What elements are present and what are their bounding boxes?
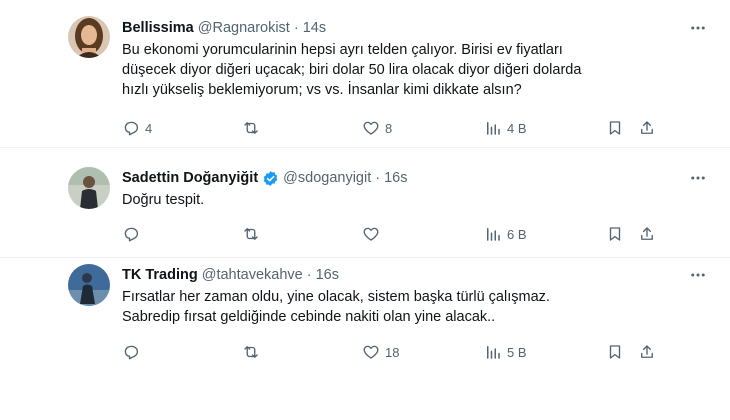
- bookmark-icon: [609, 121, 621, 135]
- reply-icon: [124, 345, 139, 360]
- separator-dot: ·: [375, 170, 381, 186]
- avatar[interactable]: [68, 167, 110, 209]
- reply-button[interactable]: [122, 343, 145, 361]
- reply-icon: [124, 227, 139, 242]
- bookmark-icon: [609, 345, 621, 359]
- reply-button[interactable]: [122, 225, 145, 243]
- retweet-button[interactable]: [242, 225, 265, 243]
- bookmark-icon: [609, 227, 621, 241]
- tweet-header: Sadettin Doğanyiğit @sdoganyigit · 16s: [122, 168, 660, 188]
- reply-icon: [124, 121, 139, 136]
- avatar[interactable]: [68, 264, 110, 306]
- user-handle[interactable]: @sdoganyigit: [283, 170, 371, 186]
- retweet-icon: [244, 122, 258, 134]
- display-name[interactable]: Bellissima: [122, 20, 194, 36]
- share-button[interactable]: [638, 119, 656, 137]
- tweet[interactable]: Sadettin Doğanyiğit @sdoganyigit · 16s D…: [0, 148, 730, 258]
- bookmark-button[interactable]: [606, 225, 624, 243]
- tweet-actions: 6 B: [122, 224, 658, 244]
- like-button[interactable]: 18: [362, 343, 399, 361]
- more-icon[interactable]: [688, 18, 708, 38]
- more-icon[interactable]: [688, 168, 708, 188]
- tweet[interactable]: TK Trading @tahtavekahve · 16s Fırsatlar…: [0, 258, 730, 378]
- display-name[interactable]: TK Trading: [122, 267, 198, 283]
- tweet-header: TK Trading @tahtavekahve · 16s: [122, 265, 660, 285]
- retweet-icon: [244, 228, 258, 240]
- tweet-content: Bellissima @Ragnarokist · 14s Bu ekonomi…: [122, 18, 705, 100]
- like-icon: [363, 345, 379, 359]
- like-count: 18: [385, 344, 400, 360]
- separator-dot: ·: [293, 20, 299, 36]
- views-icon: [487, 228, 500, 241]
- tweet-content: Sadettin Doğanyiğit @sdoganyigit · 16s D…: [122, 168, 705, 210]
- share-icon: [641, 345, 653, 358]
- timestamp[interactable]: 14s: [303, 20, 326, 36]
- views-button[interactable]: 5 B: [484, 343, 527, 361]
- timestamp[interactable]: 16s: [316, 267, 339, 283]
- views-icon: [487, 346, 500, 359]
- like-button[interactable]: 8: [362, 119, 392, 137]
- like-button[interactable]: [362, 225, 385, 243]
- reply-count: 4: [145, 120, 153, 136]
- like-icon: [363, 227, 379, 241]
- views-count: 6 B: [507, 226, 527, 242]
- tweet-content: TK Trading @tahtavekahve · 16s Fırsatlar…: [122, 265, 705, 327]
- tweet-header: Bellissima @Ragnarokist · 14s: [122, 18, 660, 38]
- retweet-button[interactable]: [242, 343, 265, 361]
- retweet-button[interactable]: [242, 119, 265, 137]
- share-icon: [641, 121, 653, 134]
- views-button[interactable]: 4 B: [484, 119, 527, 137]
- user-handle[interactable]: @Ragnarokist: [198, 20, 290, 36]
- views-button[interactable]: 6 B: [484, 225, 527, 243]
- tweet-actions: 4 8 4 B: [122, 118, 658, 138]
- share-button[interactable]: [638, 343, 656, 361]
- share-button[interactable]: [638, 225, 656, 243]
- verified-badge-icon: [262, 170, 279, 187]
- views-count: 5 B: [507, 344, 527, 360]
- tweet[interactable]: Bellissima @Ragnarokist · 14s Bu ekonomi…: [0, 0, 730, 148]
- bookmark-button[interactable]: [606, 343, 624, 361]
- avatar[interactable]: [68, 16, 110, 58]
- reply-button[interactable]: 4: [122, 119, 152, 137]
- like-count: 8: [385, 120, 393, 136]
- share-icon: [641, 227, 653, 240]
- timestamp[interactable]: 16s: [384, 170, 407, 186]
- user-handle[interactable]: @tahtavekahve: [202, 267, 303, 283]
- like-icon: [363, 121, 379, 135]
- display-name[interactable]: Sadettin Doğanyiğit: [122, 170, 258, 186]
- tweet-text: Fırsatlar her zaman oldu, yine olacak, s…: [122, 289, 550, 325]
- bookmark-button[interactable]: [606, 119, 624, 137]
- tweet-actions: 18 5 B: [122, 342, 658, 362]
- views-count: 4 B: [507, 120, 527, 136]
- tweet-text: Bu ekonomi yorumcularinin hepsi ayrı tel…: [122, 42, 582, 98]
- reply-feed: Bellissima @Ragnarokist · 14s Bu ekonomi…: [0, 0, 730, 420]
- views-icon: [487, 122, 500, 135]
- more-icon[interactable]: [688, 265, 708, 285]
- tweet-text: Doğru tespit.: [122, 192, 205, 208]
- separator-dot: ·: [306, 267, 312, 283]
- retweet-icon: [244, 346, 258, 358]
